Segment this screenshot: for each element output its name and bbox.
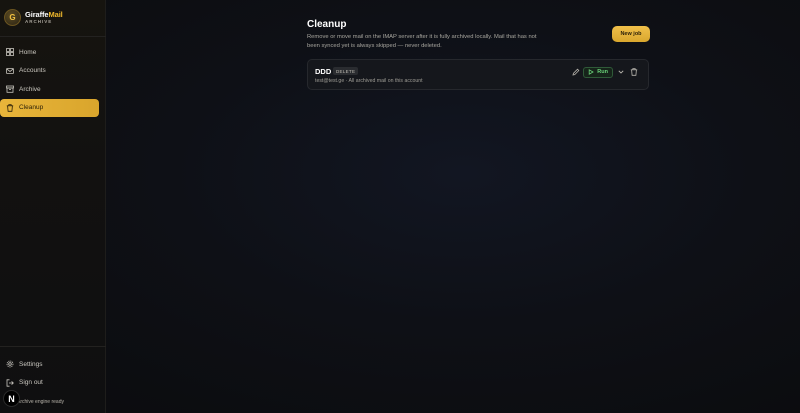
- sidebar-item-settings[interactable]: Settings: [0, 355, 106, 373]
- sidebar-item-label: Archive: [19, 85, 41, 93]
- page-description: Remove or move mail on the IMAP server a…: [307, 34, 537, 49]
- sidebar-divider: [0, 36, 106, 37]
- edit-icon[interactable]: [571, 67, 581, 77]
- main-content: Cleanup Remove or move mail on the IMAP …: [106, 0, 800, 413]
- sidebar-item-label: Home: [19, 48, 37, 56]
- job-action-badge: DELETE: [333, 67, 359, 75]
- run-button-label: Run: [597, 69, 608, 75]
- brand-name-part2: Mail: [48, 10, 63, 19]
- job-name: DDD: [315, 67, 332, 76]
- gear-icon: [6, 360, 14, 368]
- sidebar-item-archive[interactable]: Archive: [0, 80, 106, 98]
- job-card: DDD DELETE test@test.ge · All archived m…: [307, 59, 649, 90]
- chevron-down-icon[interactable]: [616, 67, 626, 77]
- brand-name-part1: Giraffe: [25, 10, 49, 19]
- sidebar-item-cleanup[interactable]: Cleanup: [0, 98, 99, 117]
- sidebar-bottom-nav: Settings Sign out: [0, 355, 106, 392]
- engine-status-text: Archive engine ready: [17, 399, 64, 405]
- brand-logo: G: [4, 9, 21, 26]
- sidebar-item-label: Cleanup: [19, 104, 44, 111]
- app-window: G GiraffeMail ARCHIVE Home Accounts Arch…: [0, 0, 800, 413]
- run-button[interactable]: Run: [583, 66, 613, 78]
- sign-out-icon: [6, 378, 14, 387]
- archive-icon: [6, 85, 14, 93]
- new-job-button[interactable]: New job: [612, 26, 650, 42]
- page-title: Cleanup: [307, 19, 347, 30]
- job-meta: test@test.ge · All archived mail on this…: [315, 78, 423, 84]
- sidebar-item-label: Sign out: [19, 379, 43, 386]
- mail-icon: [6, 67, 14, 75]
- play-icon: [588, 69, 595, 75]
- sidebar-item-accounts[interactable]: Accounts: [0, 62, 106, 80]
- sidebar-item-home[interactable]: Home: [0, 43, 106, 61]
- sidebar: G GiraffeMail ARCHIVE Home Accounts Arch…: [0, 0, 106, 413]
- brand: G GiraffeMail ARCHIVE: [4, 9, 63, 26]
- home-icon: [6, 48, 14, 56]
- delete-icon[interactable]: [629, 67, 639, 77]
- brand-name: GiraffeMail: [25, 11, 63, 19]
- trash-icon: [6, 103, 14, 112]
- sidebar-bottom-divider: [0, 346, 106, 347]
- sidebar-item-sign-out[interactable]: Sign out: [0, 374, 106, 392]
- sidebar-nav: Home Accounts Archive Cleanup: [0, 43, 106, 117]
- sidebar-item-label: Accounts: [19, 67, 46, 74]
- job-actions: Run: [571, 66, 639, 78]
- brand-subtitle: ARCHIVE: [25, 18, 53, 24]
- status-badge[interactable]: N: [3, 390, 20, 407]
- sidebar-item-label: Settings: [19, 360, 43, 368]
- brand-text: GiraffeMail ARCHIVE: [25, 11, 63, 24]
